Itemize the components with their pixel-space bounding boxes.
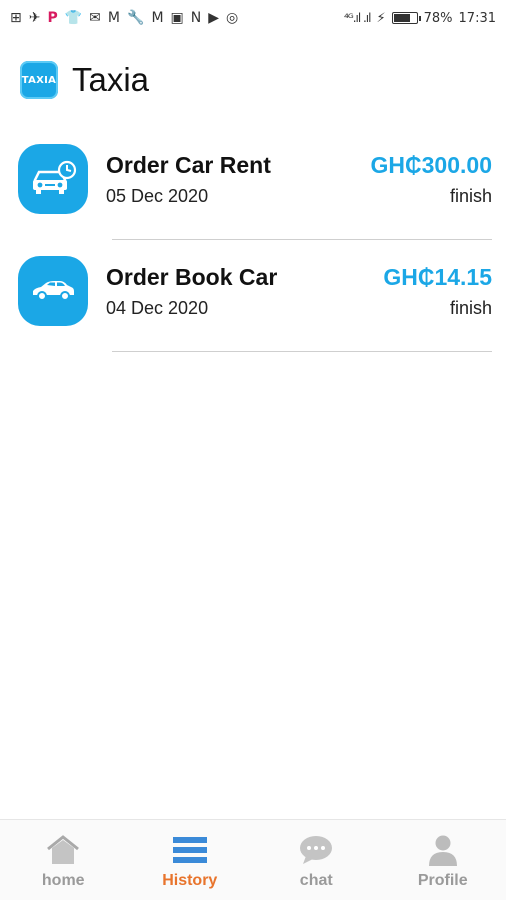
nav-label: home: [41, 872, 85, 889]
clock: 17:31: [458, 10, 496, 26]
gmail-icon: M: [151, 10, 164, 26]
image-icon: ▣: [170, 10, 184, 26]
app-header: TAXIA Taxia: [20, 58, 149, 102]
app-notification-icon: ✈: [28, 10, 41, 26]
order-item-car-rent[interactable]: Order Car Rent 05 Dec 2020 GH₵300.00 fin…: [0, 128, 506, 240]
nav-label: chat: [299, 872, 333, 889]
add-box-icon: ⊞: [10, 10, 22, 26]
order-status: finish: [449, 298, 492, 318]
battery-percent: 78%: [423, 10, 453, 26]
car-clock-icon: [18, 144, 88, 214]
location-icon: ◎: [226, 10, 239, 26]
notification-icons: ⊞ ✈ P 👕 ✉ M 🔧 M ▣ N ▶ ◎: [10, 11, 238, 25]
nav-item-chat[interactable]: chat: [253, 820, 379, 890]
history-icon: [172, 832, 208, 868]
youtube-icon: ▶: [208, 10, 220, 26]
nav-item-profile[interactable]: Profile: [380, 820, 506, 890]
order-date: 05 Dec 2020: [106, 186, 209, 206]
profile-icon: [426, 832, 460, 868]
nav-item-history[interactable]: History: [127, 820, 253, 890]
battery-icon: [391, 12, 421, 24]
order-item-book-car[interactable]: Order Book Car 04 Dec 2020 GH₵14.15 fini…: [0, 240, 506, 352]
gmail-icon: M: [107, 10, 120, 26]
nav-label: Profile: [417, 872, 468, 889]
system-status: ⁴ᴳ.ıl .ıl ⚡ 78% 17:31: [344, 11, 496, 26]
charging-icon: ⚡: [376, 10, 386, 26]
order-amount: GH₵14.15: [383, 264, 492, 290]
message-icon: ✉: [89, 10, 101, 26]
nav-label: History: [162, 872, 218, 889]
order-history-list: Order Car Rent 05 Dec 2020 GH₵300.00 fin…: [0, 128, 506, 352]
order-amount: GH₵300.00: [370, 152, 492, 178]
divider: [112, 351, 492, 352]
order-title: Order Book Car: [106, 264, 278, 290]
order-status: finish: [449, 186, 492, 206]
shirt-icon: 👕: [64, 10, 83, 26]
p-app-icon: P: [47, 10, 58, 26]
app-title: Taxia: [72, 61, 150, 98]
app-logo-text: TAXIA: [21, 74, 57, 86]
n-app-icon: N: [190, 10, 202, 26]
order-title: Order Car Rent: [106, 152, 271, 178]
chat-icon: [298, 832, 334, 868]
wrench-icon: 🔧: [127, 10, 145, 26]
home-icon: [45, 832, 81, 868]
status-bar: ⊞ ✈ P 👕 ✉ M 🔧 M ▣ N ▶ ◎ ⁴ᴳ.ıl .ıl ⚡ 78% …: [0, 0, 506, 36]
car-icon: [18, 256, 88, 326]
order-date: 04 Dec 2020: [106, 298, 209, 318]
nav-item-home[interactable]: home: [0, 820, 126, 890]
app-logo: TAXIA: [20, 61, 58, 99]
signal-icon: ⁴ᴳ.ıl .ıl: [344, 11, 371, 25]
bottom-navigation: home History chat Profile: [0, 819, 506, 900]
